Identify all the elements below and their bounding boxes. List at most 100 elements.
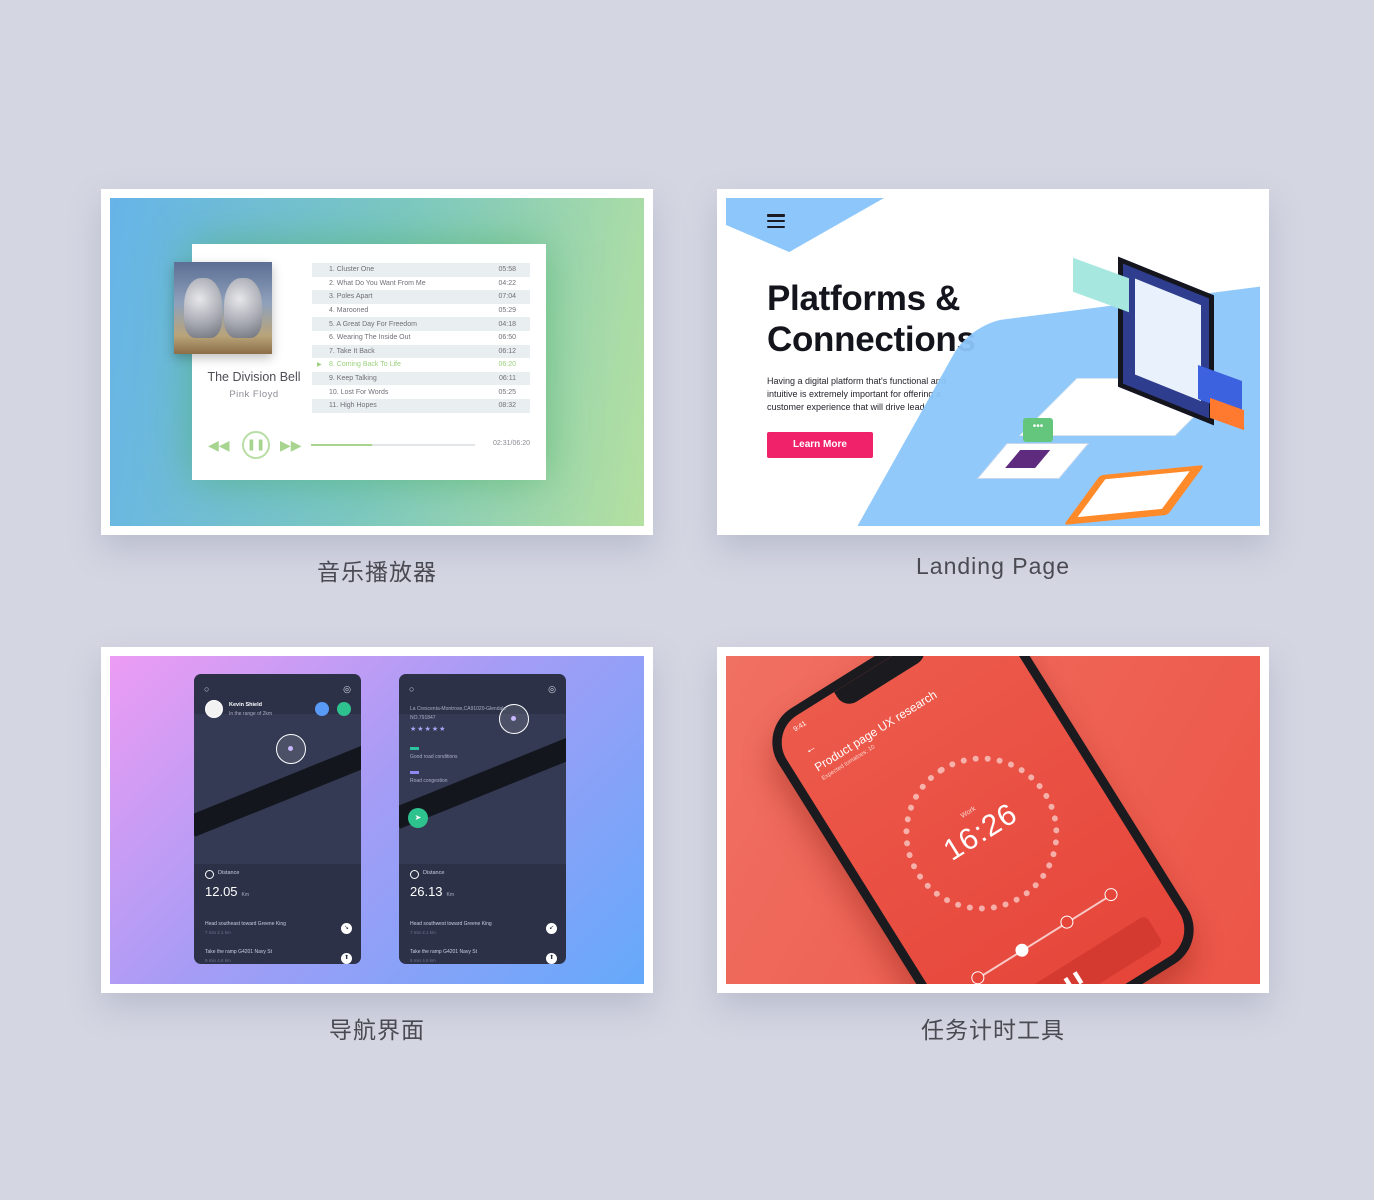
straight-icon: ⬆ [546, 953, 557, 964]
pause-button[interactable]: ❚❚ [982, 914, 1164, 984]
album-art-head-left [184, 278, 222, 338]
step-1-sub: 7 min 2.1 km [205, 930, 231, 935]
distance-icon [410, 870, 419, 879]
task-title: Product page UX research [812, 687, 940, 775]
music-player-card[interactable]: The Division Bell Pink Floyd 1. Cluster … [101, 189, 653, 535]
track-row[interactable]: ▶ 8. Coming Back To Life 06:20 [312, 358, 530, 372]
step-1-text: Head southwest toward Greene King [410, 921, 492, 927]
turn-icon: ↘ [341, 923, 352, 934]
track-duration: 05:29 [498, 307, 516, 315]
track-duration: 06:11 [499, 375, 516, 383]
player-window: The Division Bell Pink Floyd 1. Cluster … [174, 244, 546, 480]
river [194, 745, 361, 837]
album-art-head-right [224, 278, 262, 338]
track-title: 2. What Do You Want From Me [329, 279, 426, 287]
iphone-mockup: 9:41 ← Product page UX research Expected… [757, 656, 1209, 984]
location-button[interactable] [315, 702, 329, 716]
settings-icon[interactable]: ◎ [548, 684, 556, 695]
call-button[interactable] [337, 702, 351, 716]
nav-phone-1: ○ ◎ Kevin Shield In the range of 2km Dis… [194, 674, 361, 964]
location-pin-icon [276, 734, 306, 764]
track-row[interactable]: 5. A Great Day For Freedom 04:18 [312, 317, 530, 331]
back-arrow-icon[interactable]: ← [801, 739, 819, 757]
track-duration: 06:20 [498, 361, 516, 369]
track-duration: 08:32 [498, 402, 516, 410]
map-view[interactable] [194, 714, 361, 864]
music-player-caption: 音乐播放器 [317, 559, 437, 585]
music-player-preview: The Division Bell Pink Floyd 1. Cluster … [110, 198, 644, 526]
progress-node [968, 968, 987, 984]
landing-page-preview: Platforms & Connections Having a digital… [726, 198, 1260, 526]
track-row[interactable]: 1. Cluster One 05:58 [312, 263, 530, 277]
step-2-text: Take the ramp G4201 Navy St [410, 949, 477, 955]
distance-value: 12.05 Km [205, 884, 250, 899]
step-2-text: Take the ramp G4201 Navy St [205, 949, 272, 955]
corner-shape [726, 198, 884, 252]
map-view[interactable] [399, 704, 566, 864]
good-road-label: Good road conditions [410, 754, 458, 760]
step-1-text: Head southeast toward Greene King [205, 921, 286, 927]
congestion-label: Road congestion [410, 778, 448, 784]
progress-fill [311, 444, 372, 446]
user-range: In the range of 2km [229, 711, 273, 717]
track-title: 6. Wearing The Inside Out [329, 334, 411, 342]
album-cover [174, 262, 272, 354]
user-name: Kevin Shield [229, 702, 263, 708]
track-row[interactable]: 3. Poles Apart 07:04 [312, 290, 530, 304]
chat-bubble-icon: ••• [1023, 418, 1053, 442]
progress-node [1057, 913, 1076, 932]
avatar [205, 700, 223, 718]
task-timer-card[interactable]: 9:41 ← Product page UX research Expected… [717, 647, 1269, 993]
good-road-legend [410, 747, 419, 750]
landing-title-line1: Platforms & [767, 279, 961, 318]
landing-page-caption: Landing Page [916, 553, 1070, 579]
fast-forward-icon[interactable]: ▶▶ [280, 430, 302, 460]
track-title: 7. Take It Back [329, 347, 375, 355]
distance-label: Distance [423, 870, 445, 876]
search-icon[interactable]: ○ [409, 684, 414, 694]
track-row[interactable]: 10. Lost For Words 05:25 [312, 385, 530, 399]
step-2-sub: 9 min 4.6 km [410, 958, 436, 963]
now-playing-icon: ▶ [317, 362, 322, 369]
rating-stars: ★★★★★ [410, 726, 447, 733]
task-timer-preview: 9:41 ← Product page UX research Expected… [726, 656, 1260, 984]
track-row[interactable]: 11. High Hopes 08:32 [312, 398, 530, 413]
congestion-legend [410, 771, 419, 774]
learn-more-button[interactable]: Learn More [767, 432, 873, 458]
hamburger-menu-icon[interactable] [767, 214, 785, 228]
step-1-sub: 7 min 2.1 km [410, 930, 436, 935]
navigation-caption: 导航界面 [329, 1017, 425, 1043]
track-title: 10. Lost For Words [329, 388, 389, 396]
album-artist: Pink Floyd [229, 389, 279, 400]
navigate-arrow-icon[interactable]: ➤ [408, 808, 428, 828]
track-duration: 05:58 [498, 266, 516, 274]
rewind-icon[interactable]: ◀◀ [208, 430, 230, 460]
address: La Crescenta-Montrose,CA91020-Glendale [410, 706, 507, 712]
progress-bar[interactable] [311, 444, 475, 446]
track-duration: 07:04 [498, 293, 516, 301]
track-row[interactable]: 7. Take It Back 06:12 [312, 344, 530, 359]
album-title: The Division Bell [207, 370, 301, 384]
track-row[interactable]: 2. What Do You Want From Me 04:22 [312, 277, 530, 291]
step-2-sub: 9 min 4.6 km [205, 958, 231, 963]
landing-title-line2: Connections [767, 320, 976, 359]
track-row[interactable]: 9. Keep Talking 06:11 [312, 371, 530, 386]
track-row[interactable]: 4. Marooned 05:29 [312, 304, 530, 318]
track-duration: 05:25 [498, 388, 516, 396]
search-icon[interactable]: ○ [204, 684, 209, 694]
elapsed-time: 02:31/06:20 [493, 440, 530, 447]
straight-icon: ⬆ [341, 953, 352, 964]
track-row[interactable]: 6. Wearing The Inside Out 06:50 [312, 331, 530, 345]
track-title: 9. Keep Talking [329, 375, 377, 383]
track-duration: 04:22 [498, 279, 516, 287]
iphone-screen: 9:41 ← Product page UX research Expected… [769, 656, 1197, 984]
track-title: 8. Coming Back To Life [329, 361, 401, 369]
pause-button[interactable]: ❚❚ [242, 431, 270, 459]
landing-title: Platforms & Connections [767, 278, 976, 360]
track-list: 1. Cluster One 05:58 2. What Do You Want F… [312, 263, 530, 413]
distance-label: Distance [218, 870, 240, 876]
landing-page-card[interactable]: Platforms & Connections Having a digital… [717, 189, 1269, 535]
distance-icon [205, 870, 214, 879]
navigation-card[interactable]: ○ ◎ Kevin Shield In the range of 2km Dis… [101, 647, 653, 993]
settings-icon[interactable]: ◎ [343, 684, 351, 695]
